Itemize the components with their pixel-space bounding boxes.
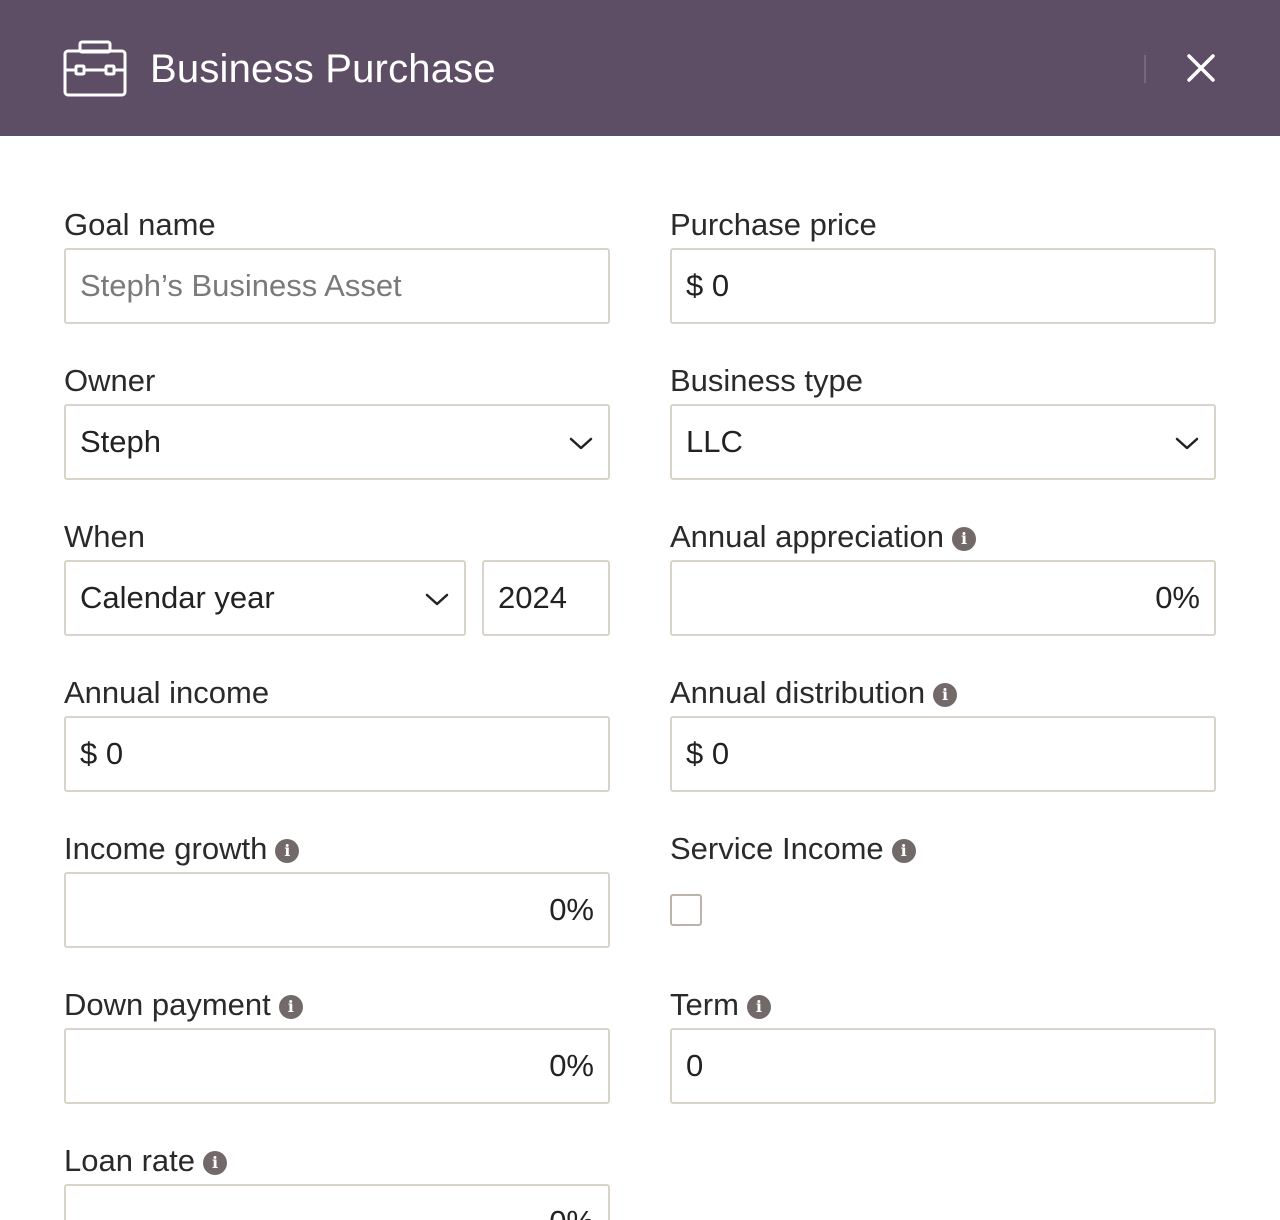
goal-name-label: Goal name: [64, 207, 216, 242]
annual-appreciation-input[interactable]: 0%: [670, 560, 1216, 636]
annual-distribution-value: $ 0: [686, 736, 730, 771]
service-income-checkbox[interactable]: [670, 894, 702, 926]
modal-header: Business Purchase: [0, 0, 1280, 136]
annual-income-value: $ 0: [80, 736, 124, 771]
purchase-price-value: $ 0: [686, 268, 730, 303]
info-icon[interactable]: i: [278, 995, 303, 1019]
annual-appreciation-label: Annual appreciation i: [670, 519, 977, 555]
when-label: When: [64, 519, 145, 554]
info-icon[interactable]: i: [933, 683, 958, 707]
when-year-input[interactable]: 2024: [482, 560, 610, 636]
info-icon[interactable]: i: [275, 839, 300, 863]
header-divider: [1144, 55, 1146, 83]
close-icon[interactable]: [1176, 44, 1226, 94]
chevron-down-icon: [1175, 437, 1199, 450]
goal-name-input[interactable]: Steph’s Business Asset: [64, 248, 610, 324]
goal-name-placeholder: Steph’s Business Asset: [80, 268, 402, 303]
term-input[interactable]: 0: [670, 1028, 1216, 1104]
when-period-value: Calendar year: [80, 580, 275, 615]
purchase-price-label: Purchase price: [670, 207, 877, 242]
annual-income-label: Annual income: [64, 675, 270, 710]
business-type-value: LLC: [686, 424, 743, 459]
loan-rate-value: 0%: [549, 1204, 594, 1220]
loan-rate-label: Loan rate i: [64, 1143, 227, 1179]
when-period-select[interactable]: Calendar year: [64, 560, 466, 636]
income-growth-input[interactable]: 0%: [64, 872, 610, 948]
service-income-label: Service Income i: [670, 831, 916, 867]
loan-rate-input[interactable]: 0%: [64, 1184, 610, 1220]
briefcase-icon: [63, 40, 127, 97]
info-icon[interactable]: i: [952, 527, 977, 551]
income-growth-value: 0%: [549, 892, 594, 927]
annual-income-input[interactable]: $ 0: [64, 716, 610, 792]
down-payment-input[interactable]: 0%: [64, 1028, 610, 1104]
down-payment-value: 0%: [549, 1048, 594, 1083]
owner-select[interactable]: Steph: [64, 404, 610, 480]
when-year-value: 2024: [498, 580, 567, 615]
info-icon[interactable]: i: [746, 995, 771, 1019]
down-payment-label: Down payment i: [64, 987, 303, 1023]
chevron-down-icon: [425, 593, 449, 606]
income-growth-label: Income growth i: [64, 831, 300, 867]
owner-value: Steph: [80, 424, 162, 459]
chevron-down-icon: [569, 437, 593, 450]
annual-distribution-input[interactable]: $ 0: [670, 716, 1216, 792]
business-type-select[interactable]: LLC: [670, 404, 1216, 480]
term-label: Term i: [670, 987, 771, 1023]
annual-distribution-label: Annual distribution i: [670, 675, 958, 711]
term-value: 0: [686, 1048, 704, 1083]
business-type-label: Business type: [670, 363, 863, 398]
annual-appreciation-value: 0%: [1155, 580, 1200, 615]
info-icon[interactable]: i: [203, 1151, 227, 1175]
owner-label: Owner: [64, 363, 156, 398]
modal-title: Business Purchase: [150, 47, 496, 91]
purchase-price-input[interactable]: $ 0: [670, 248, 1216, 324]
info-icon[interactable]: i: [891, 839, 916, 863]
